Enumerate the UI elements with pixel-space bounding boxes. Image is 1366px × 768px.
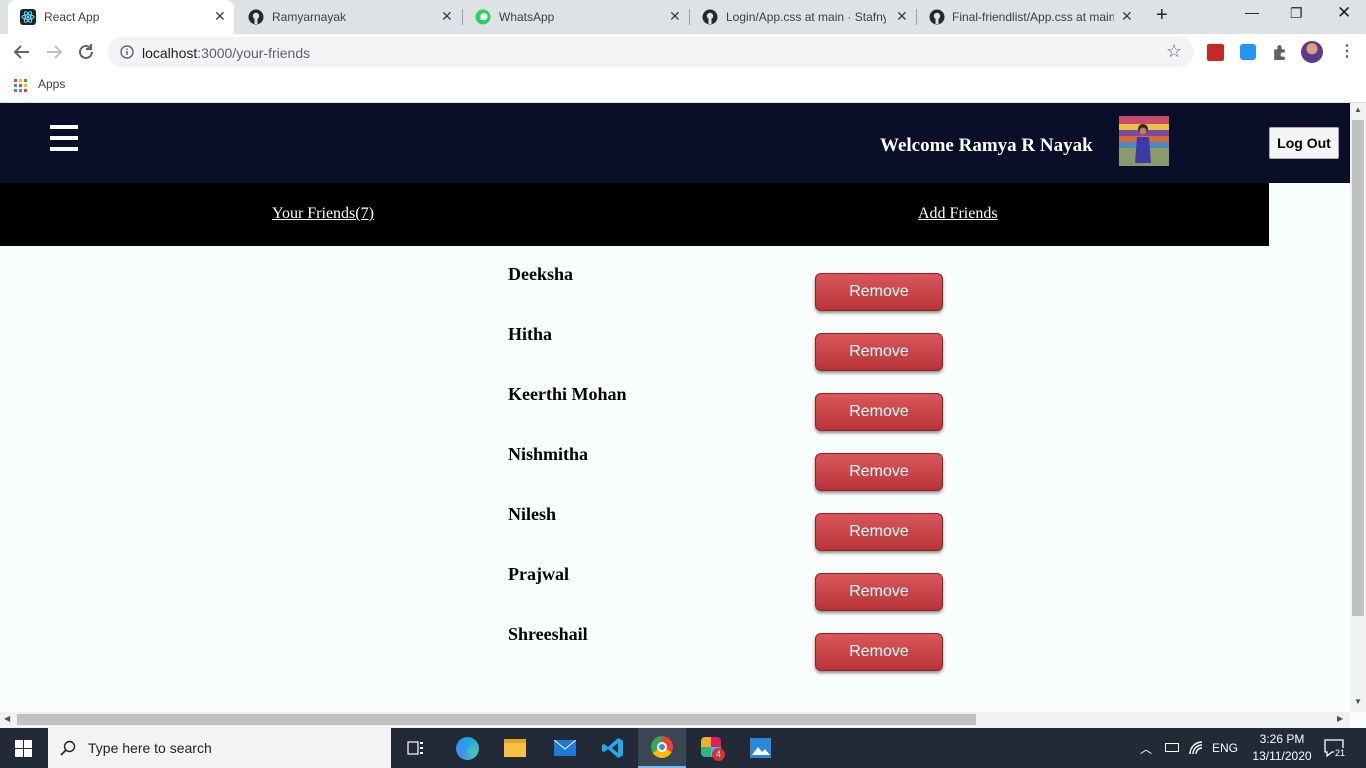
extensions-puzzle-icon[interactable] (1271, 44, 1288, 61)
chevron-up-icon[interactable]: ︿ (1140, 740, 1152, 757)
friends-nav: Your Friends(7) Add Friends (0, 183, 1269, 246)
tab-whatsapp[interactable]: WhatsApp ✕ (463, 0, 689, 34)
menu-kebab-icon[interactable]: ⋮ (1339, 41, 1355, 61)
slack-icon[interactable]: 4 (687, 728, 735, 768)
remove-button[interactable]: Remove (815, 453, 943, 491)
profile-avatar[interactable] (1301, 41, 1323, 63)
screenshot-extension-icon[interactable] (1240, 44, 1256, 60)
forward-icon[interactable] (44, 42, 64, 62)
page-content: Welcome Ramya R Nayak Log Out Your Frien… (0, 103, 1350, 712)
mail-icon[interactable] (540, 728, 588, 768)
remove-button[interactable]: Remove (815, 513, 943, 551)
remove-button[interactable]: Remove (815, 393, 943, 431)
apps-bookmark[interactable]: Apps (38, 77, 65, 91)
app-header: Welcome Ramya R Nayak Log Out (0, 103, 1350, 183)
tab-login-app-css[interactable]: Login/App.css at main · Stafny\ ✕ (690, 0, 916, 34)
react-icon (20, 9, 36, 25)
close-tab-icon[interactable]: ✕ (669, 8, 681, 24)
windows-start-icon[interactable] (15, 740, 32, 757)
your-friends-link[interactable]: Your Friends(7) (272, 205, 374, 223)
chrome-icon[interactable] (638, 728, 686, 768)
notification-count: 21 (1334, 748, 1347, 758)
apps-grid-icon[interactable] (14, 79, 28, 93)
url-host: localhost (142, 45, 198, 61)
friend-name: Nilesh (508, 504, 557, 524)
github-icon (929, 9, 945, 25)
friend-name: Keerthi Mohan (508, 384, 627, 404)
clock-time: 3:26 PM (1259, 732, 1305, 746)
tab-label: Login/App.css at main · Stafny\ (726, 10, 886, 24)
github-icon (248, 9, 264, 25)
edge-icon[interactable] (443, 728, 491, 768)
browser-toolbar: localhost:3000/your-friends ☆ ⋮ (0, 34, 1366, 70)
close-tab-icon[interactable]: ✕ (214, 8, 226, 24)
bookmarks-bar: Apps (0, 70, 1366, 103)
friend-name: Shreeshail (508, 624, 588, 644)
restore-icon[interactable]: ❐ (1290, 5, 1303, 22)
search-icon (60, 740, 76, 756)
close-tab-icon[interactable]: ✕ (441, 8, 453, 24)
horizontal-scroll-thumb[interactable] (17, 714, 976, 725)
vscode-icon[interactable] (589, 728, 637, 768)
tab-react-app[interactable]: React App ✕ (8, 0, 234, 34)
wifi-icon[interactable] (1188, 740, 1204, 756)
vertical-scroll-thumb[interactable] (1352, 120, 1364, 616)
welcome-text: Welcome Ramya R Nayak (880, 135, 1093, 156)
back-icon[interactable] (12, 42, 32, 62)
bookmark-star-icon[interactable]: ☆ (1166, 41, 1182, 62)
clock-date: 13/11/2020 (1252, 749, 1312, 763)
url-path: :3000/your-friends (197, 45, 311, 61)
friend-name: Nishmitha (508, 444, 589, 464)
task-view-icon[interactable] (407, 740, 425, 756)
tab-final-friendlist[interactable]: Final-friendlist/App.css at main ✕ (917, 0, 1143, 34)
user-avatar (1119, 116, 1169, 166)
tab-label: WhatsApp (499, 10, 555, 24)
remove-button[interactable]: Remove (815, 573, 943, 611)
remove-button[interactable]: Remove (815, 333, 943, 371)
tab-strip: React App ✕ Ramyarnayak ✕ WhatsApp ✕ Log… (0, 0, 1366, 34)
tab-ramyarnayak[interactable]: Ramyarnayak ✕ (236, 0, 462, 34)
slack-badge: 4 (712, 748, 725, 761)
remove-button[interactable]: Remove (815, 633, 943, 671)
tab-label: React App (44, 10, 100, 24)
friend-name: Deeksha (508, 264, 574, 284)
reload-icon[interactable] (76, 42, 96, 62)
minimize-icon[interactable]: — (1245, 4, 1259, 20)
github-icon (702, 9, 718, 25)
logout-button[interactable]: Log Out (1269, 127, 1339, 159)
extension-icon[interactable] (1207, 44, 1224, 61)
file-explorer-icon[interactable] (491, 728, 539, 768)
close-window-icon[interactable]: ✕ (1337, 3, 1351, 23)
tab-label: Ramyarnayak (272, 10, 347, 24)
windows-taskbar: Type here to search 4 ︿ ENG 3:26 PM 13/1… (0, 728, 1366, 768)
add-friends-link[interactable]: Add Friends (918, 205, 998, 223)
clock[interactable]: 3:26 PM 13/11/2020 (1252, 731, 1312, 765)
search-placeholder: Type here to search (88, 740, 212, 756)
info-icon[interactable] (120, 45, 134, 59)
whatsapp-icon (475, 9, 491, 25)
photos-icon[interactable] (736, 728, 784, 768)
friend-name: Prajwal (508, 564, 569, 584)
address-bar[interactable]: localhost:3000/your-friends ☆ (108, 37, 1194, 67)
new-tab-icon[interactable]: + (1156, 4, 1168, 27)
taskbar-search[interactable]: Type here to search (48, 728, 391, 768)
tab-label: Final-friendlist/App.css at main (952, 10, 1114, 24)
hamburger-menu-icon[interactable] (50, 125, 78, 152)
close-tab-icon[interactable]: ✕ (1121, 8, 1133, 24)
language-indicator[interactable]: ENG (1212, 741, 1238, 755)
friend-name: Hitha (508, 324, 553, 344)
close-tab-icon[interactable]: ✕ (896, 8, 908, 24)
remove-button[interactable]: Remove (815, 273, 943, 311)
battery-icon[interactable] (1165, 743, 1179, 752)
